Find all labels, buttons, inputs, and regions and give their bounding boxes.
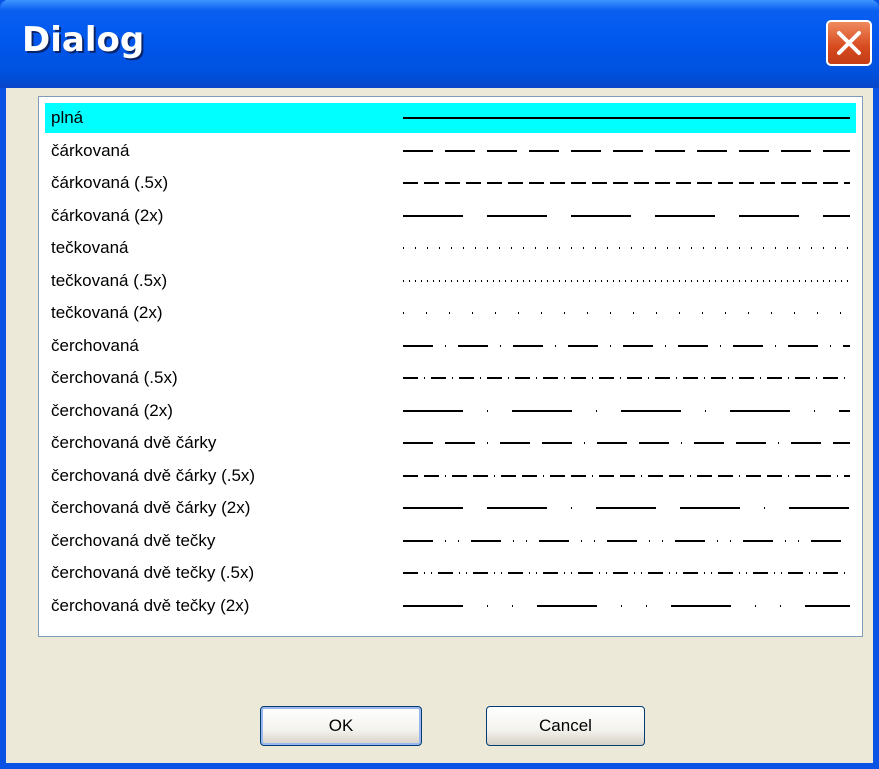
list-item[interactable]: plná (45, 103, 856, 133)
line-style-preview (403, 279, 850, 282)
list-item[interactable]: čerchovaná (.5x) (45, 363, 856, 393)
list-item-label: čerchovaná dvě čárky (2x) (51, 498, 251, 517)
cancel-button[interactable]: Cancel (486, 706, 645, 746)
list-item-label: čárkovaná (2x) (51, 205, 164, 225)
list-item[interactable]: čárkovaná (45, 136, 856, 166)
list-item-label: tečkovaná (2x) (51, 303, 163, 322)
line-style-list[interactable]: plná čárkovaná čárkovaná (.5x) čárkovaná (2… (38, 96, 863, 637)
list-item[interactable]: čerchovaná dvě tečky (2x) (45, 591, 856, 621)
list-item[interactable]: čárkovaná (2x) (45, 201, 856, 231)
dialog-window: Dialog plná čárkovaná čárkovaná (.5x) čárko… (0, 0, 879, 769)
list-item[interactable]: čerchovaná (2x) (45, 396, 856, 426)
list-item-label: čerchovaná (51, 335, 139, 355)
line-style-preview (403, 474, 850, 477)
line-style-preview (403, 149, 850, 152)
list-item[interactable]: čárkovaná (.5x) (45, 168, 856, 198)
line-style-preview (403, 572, 850, 574)
close-button[interactable] (826, 20, 872, 66)
line-style-preview (403, 409, 850, 412)
list-item[interactable]: čerchovaná dvě tečky (45, 526, 856, 556)
list-item-label: čárkovaná (.5x) (51, 173, 169, 192)
list-item[interactable]: tečkovaná (2x) (45, 298, 856, 328)
ok-button[interactable]: OK (260, 706, 422, 746)
close-icon (837, 31, 861, 55)
line-style-preview (403, 182, 850, 184)
line-style-preview (403, 377, 850, 379)
list-item[interactable]: tečkovaná (45, 233, 856, 263)
line-style-preview (403, 344, 850, 347)
line-style-preview (403, 507, 850, 509)
line-style-preview (403, 539, 850, 542)
line-style-preview (403, 214, 850, 217)
list-item-label: čerchovaná dvě čárky (51, 433, 217, 452)
list-item-label: čerchovaná (.5x) (51, 368, 178, 387)
list-item-label: čerchovaná dvě tečky (51, 530, 216, 550)
line-style-preview (403, 312, 850, 314)
list-item-label: čerchovaná dvě tečky (.5x) (51, 563, 255, 582)
list-item[interactable]: čerchovaná dvě čárky (.5x) (45, 461, 856, 491)
title-bar[interactable]: Dialog (0, 0, 879, 88)
list-item[interactable]: tečkovaná (.5x) (45, 266, 856, 296)
line-style-preview (403, 604, 850, 607)
list-item[interactable]: čerchovaná dvě čárky (45, 428, 856, 458)
line-style-preview (403, 247, 850, 249)
list-item-label: čerchovaná dvě tečky (2x) (51, 595, 250, 615)
window-title: Dialog (22, 20, 145, 60)
list-item-label: plná (51, 108, 84, 127)
list-item-label: čerchovaná (2x) (51, 400, 173, 420)
list-item[interactable]: čerchovaná dvě čárky (2x) (45, 493, 856, 523)
list-item[interactable]: čerchovaná dvě tečky (.5x) (45, 558, 856, 588)
list-item-label: tečkovaná (.5x) (51, 270, 168, 290)
list-item-label: čerchovaná dvě čárky (.5x) (51, 465, 256, 485)
list-item-label: čárkovaná (51, 140, 130, 160)
list-item[interactable]: čerchovaná (45, 331, 856, 361)
line-style-preview (403, 442, 850, 444)
line-style-preview (403, 117, 850, 119)
list-item-label: tečkovaná (51, 238, 129, 257)
